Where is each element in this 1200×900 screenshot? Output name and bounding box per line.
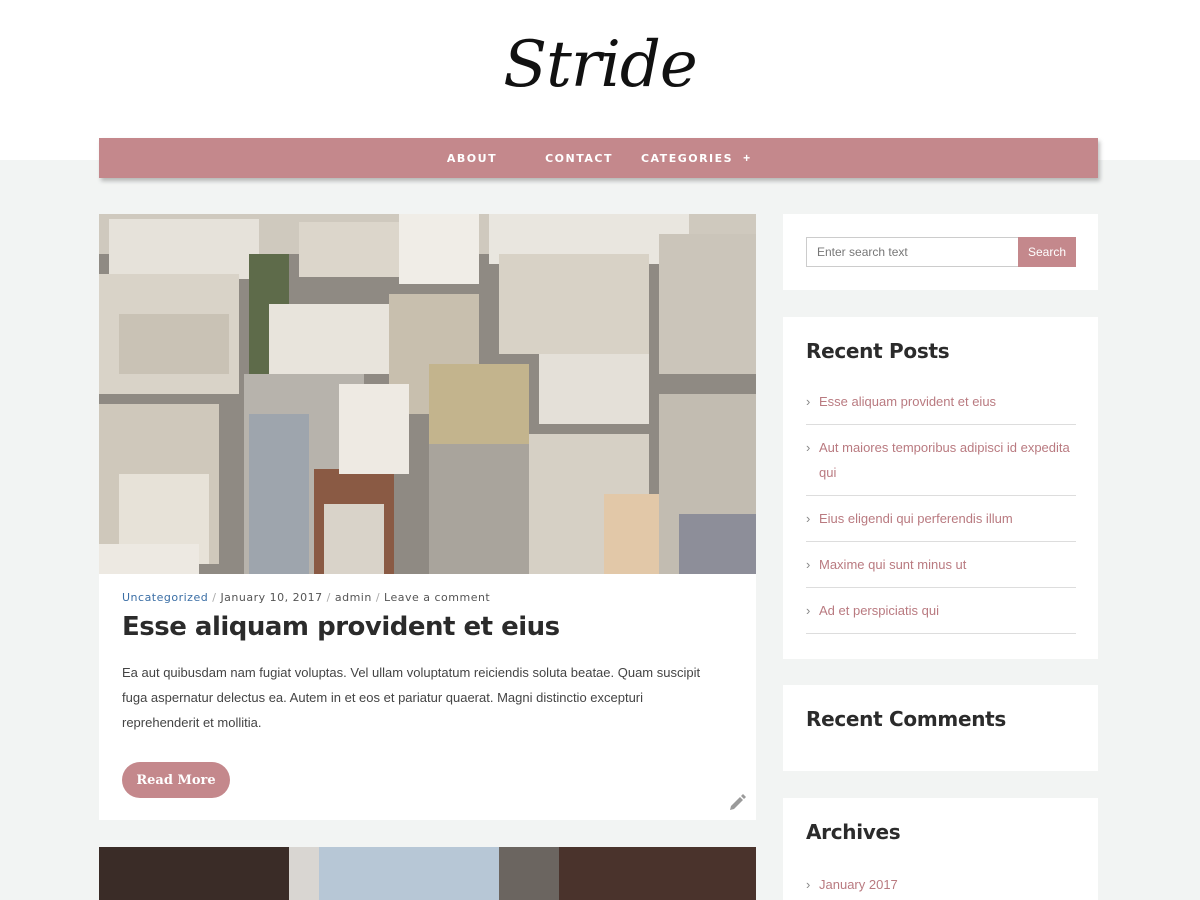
list-item[interactable]: › Ad et perspiciatis qui (806, 588, 1076, 634)
next-post-image[interactable] (99, 847, 756, 900)
list-item[interactable]: › Aut maiores temporibus adipisci id expe… (806, 425, 1076, 496)
chevron-right-icon: › (806, 440, 811, 455)
list-item[interactable]: › Maxime qui sunt minus ut (806, 542, 1076, 588)
categories-expand-icon[interactable]: + (743, 151, 750, 165)
recent-posts-widget: Recent Posts › Esse aliquam provident et … (783, 317, 1098, 659)
site-logo[interactable]: Stride (0, 28, 1200, 102)
pencil-icon[interactable] (726, 792, 748, 814)
recent-posts-list: › Esse aliquam provident et eius › Aut mai… (806, 379, 1076, 634)
post-author[interactable]: admin (335, 591, 372, 604)
main-nav: ABOUT CONTACT CATEGORIES + (99, 138, 1098, 178)
list-item[interactable]: › Esse aliquam provident et eius (806, 379, 1076, 425)
nav-about[interactable]: ABOUT (447, 152, 497, 165)
search-widget: Search (783, 214, 1098, 290)
chevron-right-icon: › (806, 394, 811, 409)
recent-posts-title: Recent Posts (806, 339, 950, 363)
post-comments-link[interactable]: Leave a comment (384, 591, 490, 604)
nav-contact[interactable]: CONTACT (545, 152, 613, 165)
chevron-right-icon: › (806, 603, 811, 618)
archives-widget: Archives › January 2017 (783, 798, 1098, 900)
post-date[interactable]: January 10, 2017 (220, 591, 322, 604)
recent-comments-widget: Recent Comments (783, 685, 1098, 771)
nav-categories[interactable]: CATEGORIES (641, 152, 733, 165)
chevron-right-icon: › (806, 877, 811, 892)
post-title[interactable]: Esse aliquam provident et eius (122, 612, 560, 642)
archives-title: Archives (806, 820, 901, 844)
search-input[interactable] (806, 237, 1019, 267)
recent-comments-title: Recent Comments (806, 707, 1007, 731)
list-item[interactable]: › January 2017 (806, 862, 1076, 900)
post-category-link[interactable]: Uncategorized (122, 591, 208, 604)
search-button[interactable]: Search (1018, 237, 1076, 267)
chevron-right-icon: › (806, 511, 811, 526)
post-meta: Uncategorized / January 10, 2017/admin / Lea… (122, 591, 491, 604)
read-more-button[interactable]: Read More (122, 762, 230, 798)
chevron-right-icon: › (806, 557, 811, 572)
list-item[interactable]: › Eius eligendi qui perferendis illum (806, 496, 1076, 542)
archives-list: › January 2017 (806, 862, 1076, 900)
post-featured-image[interactable] (99, 214, 756, 574)
post-excerpt: Ea aut quibusdam nam fugiat voluptas. Ve… (122, 665, 701, 730)
